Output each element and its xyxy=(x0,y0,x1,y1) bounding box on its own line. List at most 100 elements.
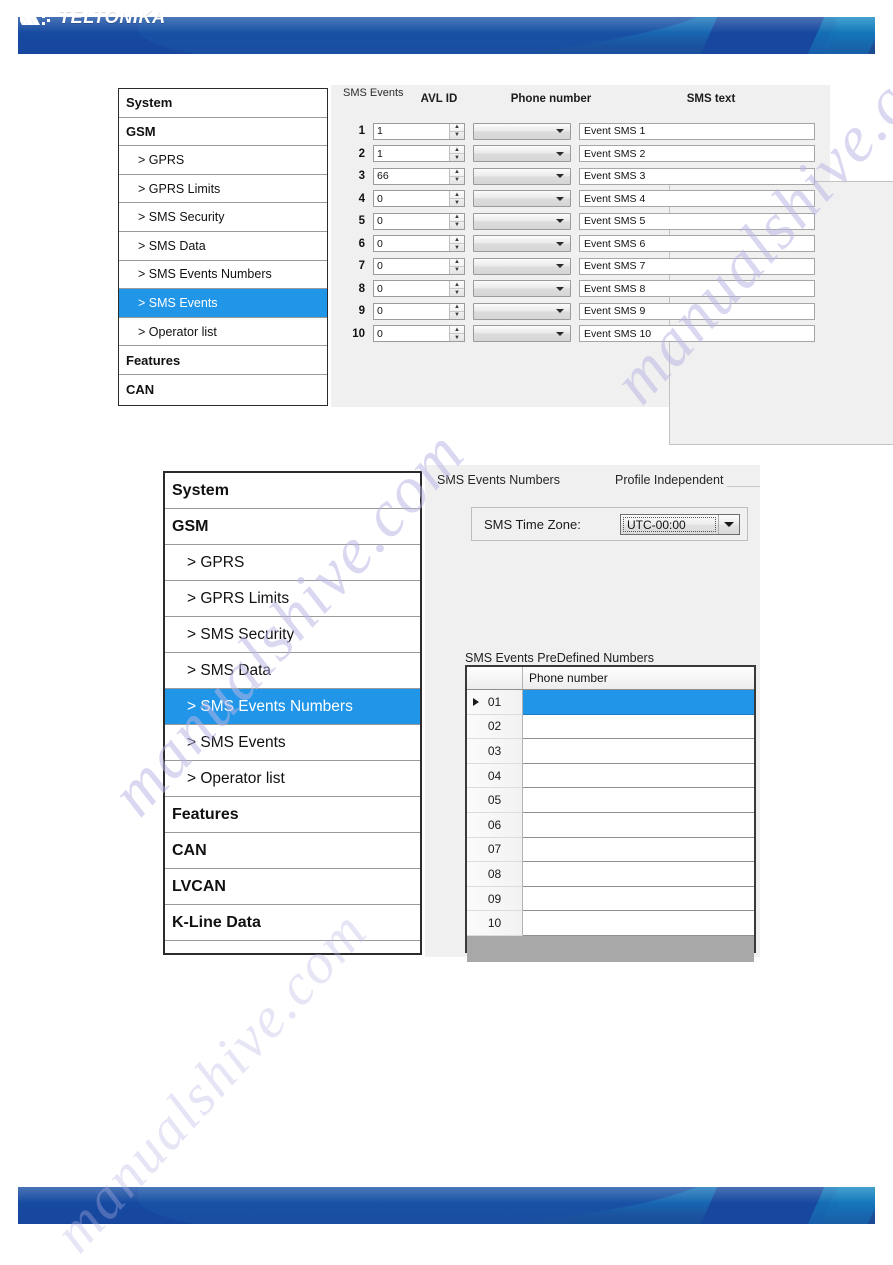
phone-number-select[interactable] xyxy=(473,212,571,230)
chevron-up-icon[interactable]: ▲ xyxy=(450,304,464,312)
sms-text-input[interactable]: Event SMS 10 xyxy=(579,325,815,342)
chevron-down-icon[interactable]: ▼ xyxy=(450,154,464,161)
phone-number-cell[interactable] xyxy=(523,837,754,863)
stepper-buttons[interactable]: ▲ ▼ xyxy=(449,168,464,184)
stepper-buttons[interactable]: ▲ ▼ xyxy=(449,236,464,251)
row-header-cell[interactable]: 01 xyxy=(467,690,523,715)
phone-number-select[interactable] xyxy=(473,122,571,140)
sidebar-item-can[interactable]: CAN xyxy=(119,374,327,404)
stepper-buttons[interactable]: ▲ ▼ xyxy=(449,191,464,206)
stepper-buttons[interactable]: ▲ ▼ xyxy=(449,303,464,319)
chevron-down-icon[interactable] xyxy=(556,219,564,223)
phone-number-select[interactable] xyxy=(473,280,571,297)
chevron-down-icon[interactable]: ▼ xyxy=(450,199,464,206)
chevron-down-icon[interactable] xyxy=(556,309,564,313)
chevron-down-icon[interactable] xyxy=(556,264,564,268)
sms-text-input[interactable]: Event SMS 7 xyxy=(579,257,815,275)
chevron-down-icon[interactable] xyxy=(556,196,564,201)
table-row[interactable]: 06 xyxy=(467,812,754,838)
table-row[interactable]: 07 xyxy=(467,837,754,863)
table-row[interactable]: 02 xyxy=(467,714,754,740)
phone-number-cell[interactable] xyxy=(523,788,754,813)
chevron-down-icon[interactable]: ▼ xyxy=(450,132,464,139)
row-header-cell[interactable]: 03 xyxy=(467,739,523,764)
sidebar-item-operator-list[interactable]: > Operator list xyxy=(119,317,327,347)
row-header-cell[interactable]: 07 xyxy=(467,837,523,863)
sidebar-item-sms-events[interactable]: > SMS Events xyxy=(165,725,420,761)
chevron-down-icon[interactable]: ▼ xyxy=(450,267,464,274)
avl-id-stepper[interactable]: 1 ▲ ▼ xyxy=(373,145,465,162)
sidebar-item-features[interactable]: Features xyxy=(119,346,327,375)
sms-text-input[interactable]: Event SMS 1 xyxy=(579,122,815,140)
chevron-down-icon[interactable] xyxy=(718,515,739,534)
sidebar-item-partial[interactable] xyxy=(165,941,420,953)
phone-number-cell[interactable] xyxy=(523,739,754,764)
sidebar-item-can[interactable]: CAN xyxy=(165,833,420,869)
row-header-cell[interactable]: 02 xyxy=(467,714,523,740)
phone-number-cell[interactable] xyxy=(523,763,754,789)
phone-number-select[interactable] xyxy=(473,190,571,207)
stepper-buttons[interactable]: ▲ ▼ xyxy=(449,123,464,139)
avl-id-stepper[interactable]: 0 ▲ ▼ xyxy=(373,280,465,297)
avl-id-stepper[interactable]: 0 ▲ ▼ xyxy=(373,235,465,252)
avl-id-stepper[interactable]: 0 ▲ ▼ xyxy=(373,302,465,320)
chevron-down-icon[interactable] xyxy=(556,151,564,156)
stepper-buttons[interactable]: ▲ ▼ xyxy=(449,213,464,229)
sms-text-input[interactable]: Event SMS 5 xyxy=(579,212,815,230)
table-row[interactable]: 03 xyxy=(467,739,754,764)
phone-number-select[interactable] xyxy=(473,167,571,185)
table-row[interactable]: 01 xyxy=(467,690,754,715)
sidebar-item-gsm[interactable]: GSM xyxy=(119,117,327,147)
chevron-up-icon[interactable]: ▲ xyxy=(450,169,464,177)
sidebar-item-gprs-limits[interactable]: > GPRS Limits xyxy=(119,174,327,204)
row-header-cell[interactable]: 06 xyxy=(467,812,523,838)
avl-id-stepper[interactable]: 66 ▲ ▼ xyxy=(373,167,465,185)
sidebar-item-sms-data[interactable]: > SMS Data xyxy=(119,231,327,261)
sidebar-item-features[interactable]: Features xyxy=(165,797,420,833)
sidebar-item-sms-events[interactable]: > SMS Events xyxy=(119,289,327,318)
row-header-cell[interactable]: 09 xyxy=(467,886,523,912)
sms-text-input[interactable]: Event SMS 2 xyxy=(579,145,815,162)
chevron-down-icon[interactable]: ▼ xyxy=(450,289,464,296)
sms-text-input[interactable]: Event SMS 8 xyxy=(579,280,815,297)
stepper-buttons[interactable]: ▲ ▼ xyxy=(449,146,464,161)
table-row[interactable]: 05 xyxy=(467,788,754,813)
chevron-up-icon[interactable]: ▲ xyxy=(450,124,464,132)
stepper-buttons[interactable]: ▲ ▼ xyxy=(449,326,464,341)
row-header-cell[interactable]: 04 xyxy=(467,763,523,789)
avl-id-stepper[interactable]: 0 ▲ ▼ xyxy=(373,325,465,342)
phone-number-cell[interactable] xyxy=(523,812,754,838)
row-header-cell[interactable]: 08 xyxy=(467,862,523,887)
chevron-down-icon[interactable]: ▼ xyxy=(450,312,464,319)
chevron-up-icon[interactable]: ▲ xyxy=(450,191,464,199)
table-row[interactable]: 10 xyxy=(467,911,754,936)
phone-number-cell[interactable] xyxy=(523,886,754,912)
phone-number-select[interactable] xyxy=(473,145,571,162)
stepper-buttons[interactable]: ▲ ▼ xyxy=(449,258,464,274)
sms-time-zone-select[interactable]: UTC-00:00 xyxy=(620,514,740,535)
chevron-down-icon[interactable] xyxy=(556,241,564,246)
chevron-down-icon[interactable] xyxy=(556,286,564,291)
avl-id-stepper[interactable]: 1 ▲ ▼ xyxy=(373,122,465,140)
table-row[interactable]: 08 xyxy=(467,862,754,887)
sidebar-item-sms-security[interactable]: > SMS Security xyxy=(119,203,327,232)
sms-text-input[interactable]: Event SMS 9 xyxy=(579,302,815,320)
sidebar-item-sms-events-numbers[interactable]: > SMS Events Numbers xyxy=(165,689,420,725)
avl-id-stepper[interactable]: 0 ▲ ▼ xyxy=(373,190,465,207)
chevron-down-icon[interactable] xyxy=(556,129,564,133)
chevron-down-icon[interactable]: ▼ xyxy=(450,334,464,341)
sidebar-item-gprs-limits[interactable]: > GPRS Limits xyxy=(165,581,420,617)
phone-number-select[interactable] xyxy=(473,325,571,342)
sidebar-item-lvcan[interactable]: LVCAN xyxy=(165,869,420,905)
sidebar-item-k-line-data[interactable]: K-Line Data xyxy=(165,905,420,941)
phone-number-cell[interactable] xyxy=(523,862,754,887)
chevron-down-icon[interactable]: ▼ xyxy=(450,177,464,184)
phone-number-cell[interactable] xyxy=(523,911,754,936)
figure2-navigation-sidebar[interactable]: System GSM > GPRS > GPRS Limits > SMS Securi… xyxy=(163,471,422,955)
row-header-cell[interactable]: 10 xyxy=(467,911,523,936)
phone-number-cell[interactable] xyxy=(523,714,754,740)
figure1-navigation-sidebar[interactable]: System GSM > GPRS > GPRS Limits > SMS Securi… xyxy=(118,88,328,406)
chevron-down-icon[interactable] xyxy=(556,331,564,336)
sidebar-item-sms-data[interactable]: > SMS Data xyxy=(165,653,420,689)
chevron-up-icon[interactable]: ▲ xyxy=(450,259,464,267)
